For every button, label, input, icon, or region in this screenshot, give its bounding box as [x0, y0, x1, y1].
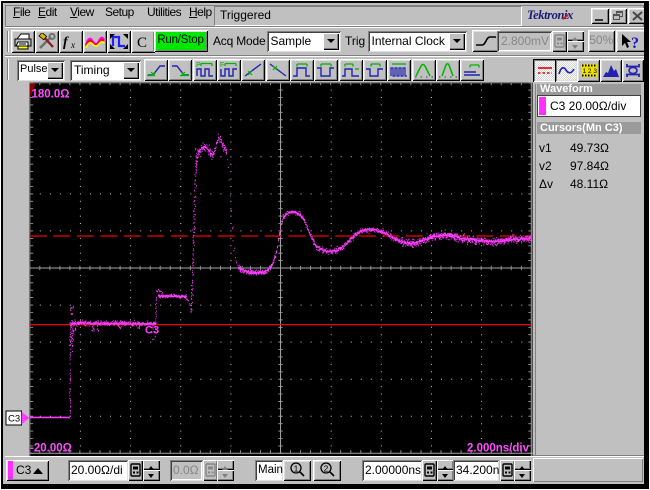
svg-text:F: F [220, 62, 224, 69]
svg-text:C3: C3 [145, 325, 159, 337]
svg-text:-20.00Ω: -20.00Ω [30, 443, 72, 455]
svg-text:1 2 3: 1 2 3 [582, 68, 597, 75]
svg-text:C3: C3 [8, 413, 20, 424]
svg-text:2: 2 [324, 464, 329, 474]
svg-text:180.0Ω: 180.0Ω [32, 89, 70, 101]
svg-text:f: f [63, 35, 69, 50]
svg-text:x: x [70, 40, 75, 50]
svg-text:?: ? [631, 35, 639, 50]
svg-text:1: 1 [294, 464, 299, 474]
svg-text:P: P [196, 62, 201, 69]
svg-text:2.000ns/div: 2.000ns/div [467, 443, 530, 455]
svg-text:C: C [137, 35, 147, 50]
